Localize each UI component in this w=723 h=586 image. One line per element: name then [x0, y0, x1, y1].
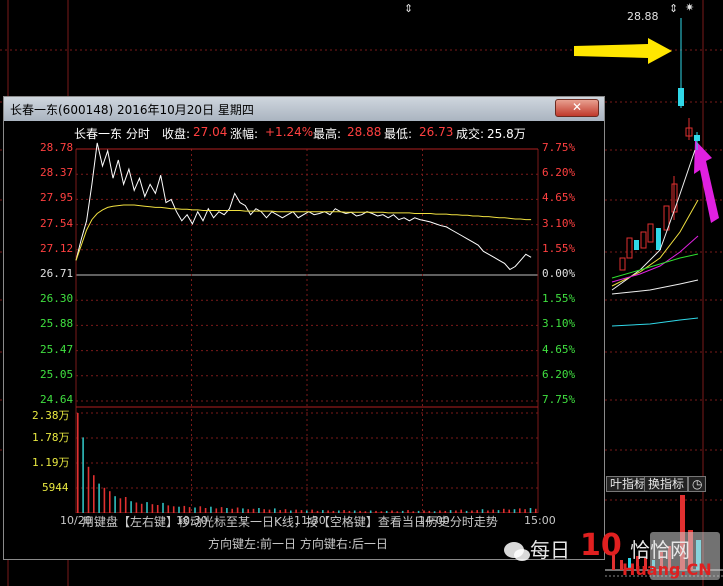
percent-tick-label: 3.10%	[542, 216, 576, 230]
percent-tick-label: 6.20%	[542, 166, 576, 180]
price-marker-icon: ⇕	[669, 2, 679, 15]
volume-bar	[146, 502, 148, 513]
magenta-arrow-icon	[694, 140, 719, 223]
price-tick-label: 26.71	[40, 267, 74, 280]
percent-tick-label: 0.00%	[542, 267, 576, 280]
intraday-price-chart	[75, 142, 539, 513]
dialog-title: 长春一东(600148) 2016年10月20日 星期四	[10, 103, 254, 117]
volume-bar	[119, 498, 122, 513]
percent-tick-label: 4.65%	[542, 342, 576, 356]
price-tick-label: 24.64	[40, 393, 74, 406]
price-tick-label: 26.30	[40, 292, 74, 306]
percent-tick-label: 7.75%	[542, 393, 576, 406]
volume-bar	[167, 505, 170, 513]
watermark-text-domain: Huang.CN	[622, 560, 712, 579]
volume-bar	[98, 483, 100, 513]
watermark-text-site: 恰恰网	[630, 538, 690, 562]
volume-bar	[183, 505, 186, 513]
watermark-text-number: 10	[580, 528, 622, 563]
hint-line-2: 方向键左:前一日 方向键右:后一日	[208, 537, 388, 551]
volume-bar	[156, 505, 159, 513]
price-tick-label: 25.88	[40, 317, 74, 331]
volume-bar	[503, 508, 505, 513]
price-marker-icon: ⇕	[404, 2, 414, 15]
price-tick-label: 25.47	[40, 342, 74, 356]
volume-bar	[519, 508, 521, 513]
percent-tick-label: 1.55%	[542, 241, 576, 255]
volume-tick-label: 1.19万	[32, 456, 70, 469]
volume-bar	[151, 504, 154, 513]
intraday-history-dialog: 长春一东(600148) 2016年10月20日 星期四 ✕ 长春一东 分时 收…	[3, 96, 605, 560]
price-tick-label: 27.95	[40, 191, 74, 205]
star-marker-icon: ✷	[685, 1, 695, 14]
volume-bar	[529, 508, 532, 513]
volume-tick-label: 5944	[42, 481, 69, 494]
volume-bar	[103, 487, 106, 513]
price-tick-label: 27.12	[40, 241, 74, 255]
percent-tick-label: 1.55%	[542, 292, 576, 306]
price-tick-label: 28.37	[40, 166, 74, 180]
watermark-text-daily: 每日	[530, 538, 570, 562]
volume-tick-label: 1.78万	[32, 431, 70, 444]
dialog-titlebar[interactable]: 长春一东(600148) 2016年10月20日 星期四 ✕	[4, 97, 604, 121]
volume-bar	[140, 503, 143, 513]
volume-bar	[513, 509, 516, 513]
price-tick-label: 28.78	[40, 141, 74, 154]
percent-tick-label: 6.20%	[542, 367, 576, 381]
yellow-arrow-icon	[574, 38, 672, 64]
price-tick-label: 27.54	[40, 216, 74, 230]
average-price-line	[75, 204, 532, 261]
high-price-label: 28.88	[627, 10, 659, 23]
volume-bar	[77, 413, 79, 513]
switch-indicator-button[interactable]: 换指标	[644, 476, 689, 492]
volume-bar	[524, 509, 526, 513]
volume-bar	[109, 491, 111, 513]
volume-bar	[497, 510, 500, 513]
volume-bar	[162, 502, 164, 513]
volume-bar	[87, 466, 90, 513]
close-button[interactable]: ✕	[555, 99, 599, 117]
volume-bar	[130, 501, 132, 513]
hint-line-1: 用键盘【左右键】移动光标至某一日K线，按【空格键】查看当日历史分时走势	[82, 515, 498, 529]
volume-bar	[124, 497, 127, 513]
percent-tick-label: 7.75%	[542, 141, 576, 154]
volume-bar	[172, 506, 175, 513]
volume-tick-label: 2.38万	[32, 409, 70, 422]
watermark-logo: 每日 10 恰恰网 Huang.CN	[500, 528, 722, 584]
volume-bar	[199, 506, 202, 513]
percent-tick-label: 4.65%	[542, 191, 576, 205]
volume-bar	[508, 509, 510, 513]
time-tick-label: 15:00	[524, 514, 556, 527]
volume-bar	[93, 475, 95, 513]
volume-bar	[82, 437, 84, 513]
price-tick-label: 25.05	[40, 367, 74, 381]
volume-bar	[114, 496, 116, 513]
intraday-chart-area[interactable]: 长春一东 分时 收盘: 27.04 涨幅: +1.24% 最高: 28.88 最…	[4, 121, 604, 559]
volume-bar	[535, 508, 537, 513]
volume-bar	[135, 502, 138, 513]
percent-tick-label: 3.10%	[542, 317, 576, 331]
clock-icon[interactable]: ◷	[688, 476, 707, 492]
